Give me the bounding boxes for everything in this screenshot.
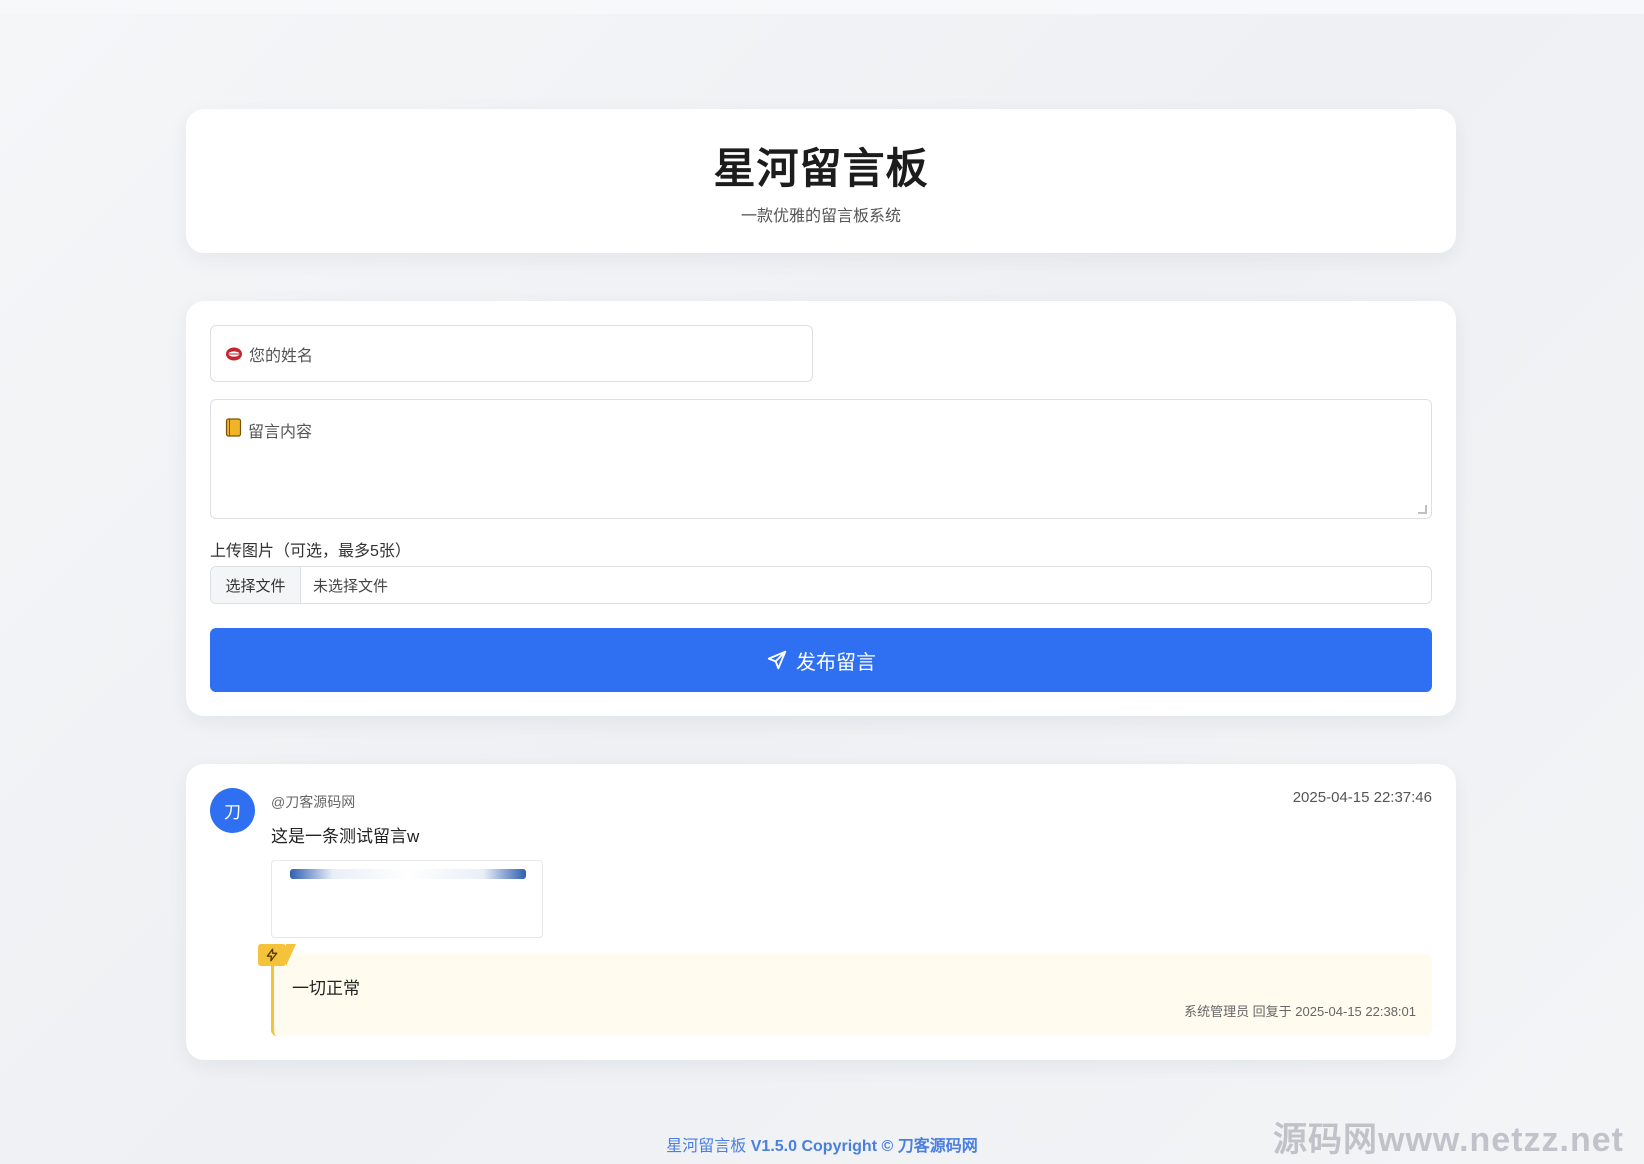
- header-card: 星河留言板 一款优雅的留言板系统: [186, 109, 1456, 253]
- site-subtitle: 一款优雅的留言板系统: [740, 208, 901, 225]
- message-form: 您的姓名 留言内容 上传图片（可选，最多5张） 选择文件 未选择文件 发布留言: [186, 301, 1456, 716]
- avatar: 刀: [210, 788, 255, 833]
- message-timestamp: 2025-04-15 22:37:46: [1292, 789, 1432, 806]
- mouth-emoji-icon: [225, 345, 243, 363]
- footer-brand: 星河留言板: [666, 1138, 747, 1155]
- reply-meta: 系统管理员 回复于 2025-04-15 22:38:01: [1184, 1004, 1416, 1019]
- image-content: [290, 869, 526, 879]
- submit-label: 发布留言: [796, 651, 876, 674]
- submit-button[interactable]: 发布留言: [210, 628, 1432, 692]
- content-textarea[interactable]: 留言内容: [210, 399, 1432, 519]
- top-scroll-track: [0, 0, 1644, 14]
- notebook-emoji-icon: [225, 418, 242, 437]
- footer-copyright: Copyright ©: [801, 1138, 894, 1155]
- admin-reply: 一切正常 系统管理员 回复于 2025-04-15 22:38:01: [271, 954, 1432, 1036]
- footer-owner-link[interactable]: 刀客源码网: [898, 1138, 978, 1155]
- message-username: @刀客源码网: [271, 794, 356, 810]
- message-text: 这是一条测试留言w: [271, 827, 420, 846]
- paper-plane-icon: [767, 650, 787, 670]
- message-image-thumbnail[interactable]: [271, 860, 543, 938]
- file-status: 未选择文件: [313, 577, 389, 595]
- site-title: 星河留言板: [713, 145, 929, 192]
- upload-label: 上传图片（可选，最多5张）: [210, 543, 411, 560]
- file-upload-input[interactable]: 选择文件 未选择文件: [210, 566, 1432, 604]
- reply-text: 一切正常: [292, 979, 360, 998]
- lightning-icon: [266, 948, 278, 962]
- textarea-resize-handle[interactable]: [1418, 505, 1427, 514]
- watermark: 源码网www.netzz.net: [1273, 1121, 1624, 1159]
- name-input[interactable]: 您的姓名: [210, 325, 813, 382]
- content-placeholder: 留言内容: [248, 424, 313, 441]
- reply-badge: [258, 944, 296, 966]
- name-placeholder: 您的姓名: [249, 347, 314, 365]
- message-list: 刀 @刀客源码网 2025-04-15 22:37:46 这是一条测试留言w 一…: [186, 764, 1456, 1060]
- choose-file-button[interactable]: 选择文件: [211, 567, 301, 603]
- footer-version: V1.5.0: [750, 1138, 798, 1155]
